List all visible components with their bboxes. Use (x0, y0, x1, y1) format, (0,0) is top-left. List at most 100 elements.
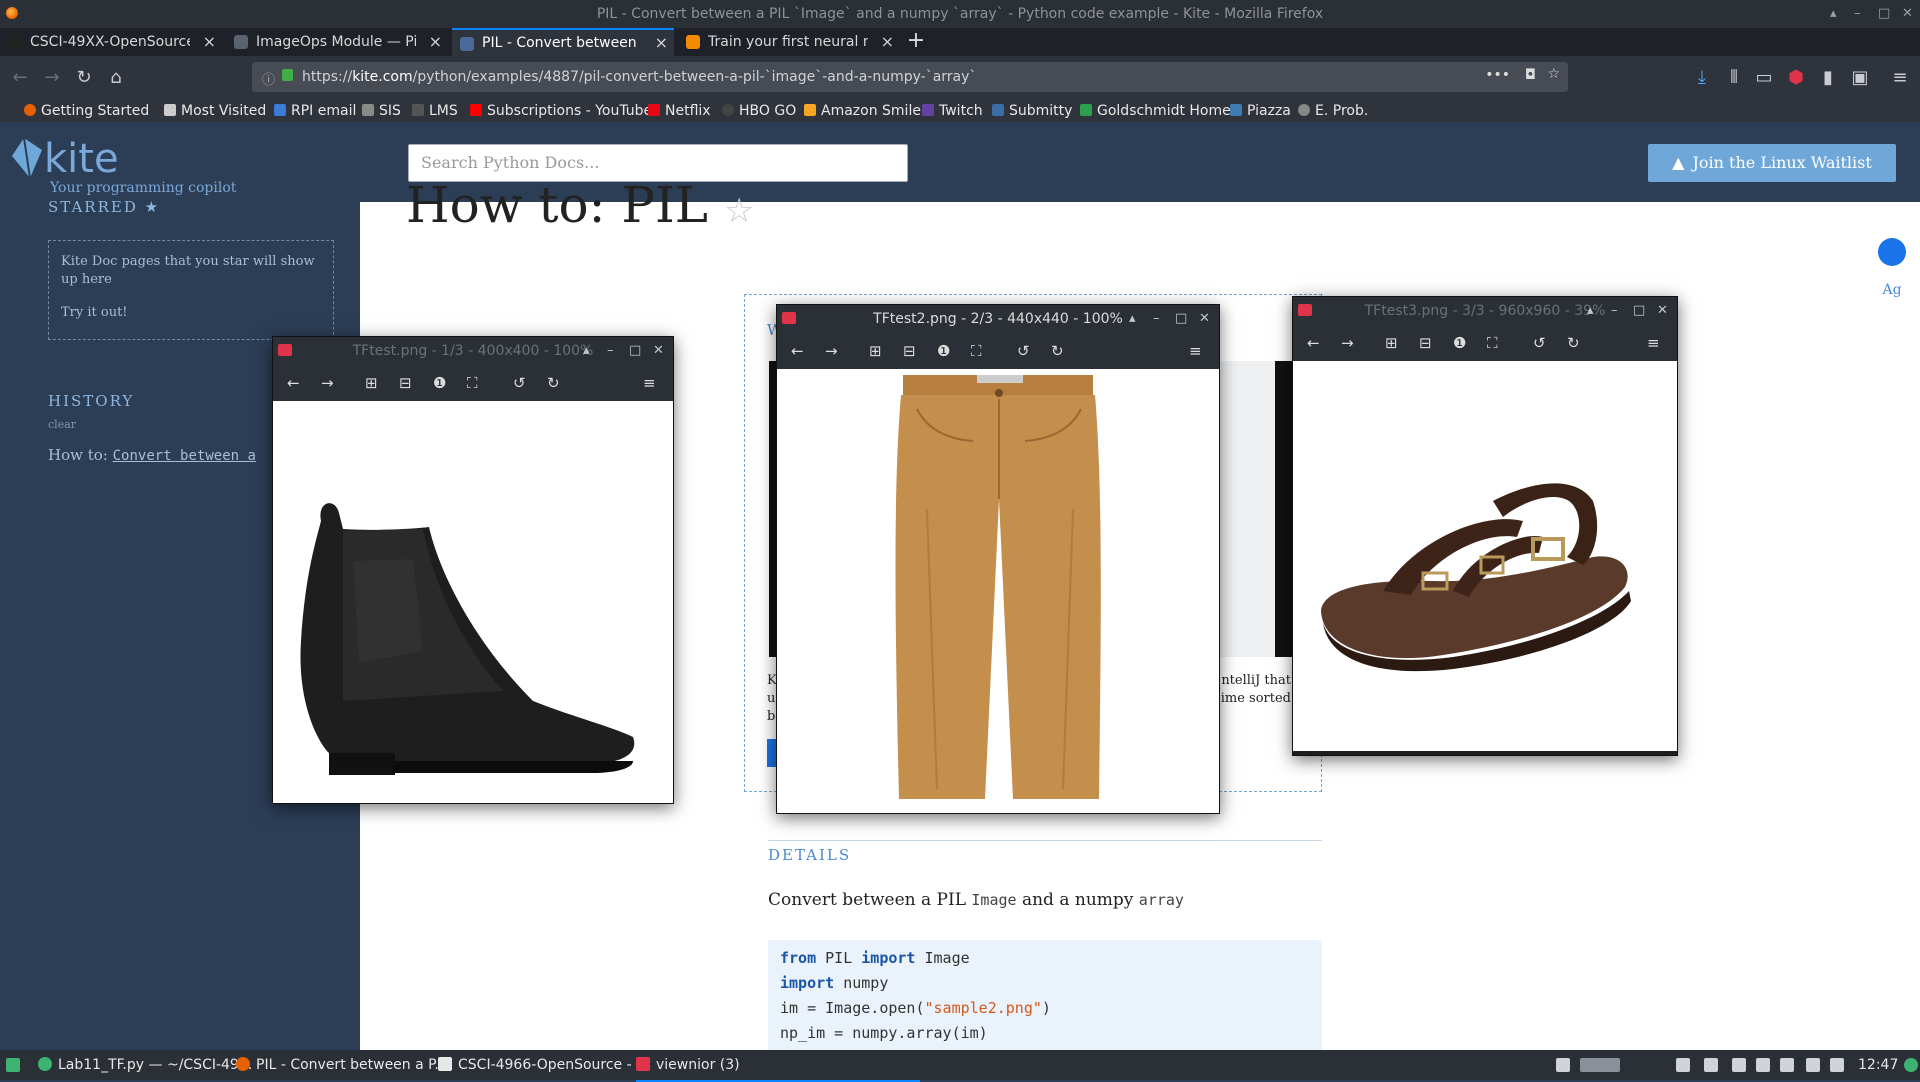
close-tab-icon[interactable]: × (881, 28, 894, 56)
next-icon[interactable]: → (1341, 333, 1354, 353)
downloads-icon[interactable]: ⤓ (1690, 66, 1714, 90)
library-icon[interactable]: ⫴ (1722, 66, 1746, 90)
previous-icon[interactable]: ← (791, 341, 804, 361)
shade-icon[interactable]: ▴ (1587, 297, 1594, 325)
bookmark-lms[interactable]: LMS (412, 100, 458, 122)
viewer-window-tftest[interactable]: TFtest.png - 1/3 - 400x400 - 100% ▴ – □ … (272, 336, 674, 804)
maximize-icon[interactable]: □ (1175, 305, 1187, 333)
workspace-icon[interactable] (1556, 1058, 1570, 1072)
close-tab-icon[interactable]: × (429, 28, 442, 56)
tab-kite-pil[interactable]: PIL - Convert between a P × (452, 28, 674, 56)
reload-icon[interactable]: ↻ (72, 66, 96, 90)
taskbar-item-editor[interactable]: Lab11_TF.py — ~/CSCI-49... (38, 1050, 252, 1080)
rotate-right-icon[interactable]: ↻ (1051, 341, 1064, 361)
pager-icon[interactable] (1580, 1058, 1620, 1072)
tab-github[interactable]: CSCI-49XX-OpenSource/La × (0, 28, 222, 56)
extension-icon[interactable]: ▮ (1816, 66, 1840, 90)
viewer-window-tftest3[interactable]: TFtest3.png - 3/3 - 960x960 - 39% ▴ – □ … (1292, 296, 1678, 756)
bookmark-sis[interactable]: SIS (362, 100, 401, 122)
clipboard-icon[interactable] (1756, 1058, 1770, 1072)
zoom-in-icon[interactable]: ⊞ (869, 341, 882, 361)
viewer-titlebar[interactable]: TFtest2.png - 2/3 - 440x440 - 100% ▴ – □… (777, 305, 1219, 333)
new-tab-button[interactable]: + (904, 28, 928, 56)
taskbar-item-viewnior[interactable]: viewnior (3) (636, 1050, 920, 1082)
adblock-icon[interactable]: ⬢ (1784, 66, 1808, 90)
zoom-normal-icon[interactable]: ❶ (1453, 333, 1466, 353)
taskbar-item-files[interactable]: CSCI-4966-OpenSource - ... (438, 1050, 649, 1080)
close-tab-icon[interactable]: × (655, 30, 668, 56)
bookmark-amazon-smile[interactable]: Amazon Smile (804, 100, 921, 122)
menu-icon[interactable]: ≡ (1888, 66, 1912, 90)
rotate-left-icon[interactable]: ↺ (1533, 333, 1546, 353)
rotate-left-icon[interactable]: ↺ (1017, 341, 1030, 361)
zoom-fit-icon[interactable]: ⛶ (1487, 333, 1498, 353)
zoom-out-icon[interactable]: ⊟ (1419, 333, 1432, 353)
bookmark-piazza[interactable]: Piazza (1230, 100, 1291, 122)
volume-icon[interactable] (1830, 1058, 1844, 1072)
next-icon[interactable]: → (825, 341, 838, 361)
zoom-normal-icon[interactable]: ❶ (937, 341, 950, 361)
close-icon[interactable]: ✕ (653, 337, 664, 365)
bookmark-e-prob[interactable]: E. Prob. (1298, 100, 1368, 122)
zoom-in-icon[interactable]: ⊞ (1385, 333, 1398, 353)
rotate-right-icon[interactable]: ↻ (1567, 333, 1580, 353)
pocket-icon[interactable]: ◘ (1525, 67, 1536, 83)
shade-icon[interactable]: ▴ (583, 337, 590, 365)
extension2-icon[interactable]: ▣ (1848, 66, 1872, 90)
start-menu-icon[interactable] (6, 1058, 20, 1072)
viewer-window-tftest2[interactable]: TFtest2.png - 2/3 - 440x440 - 100% ▴ – □… (776, 304, 1220, 814)
minimize-icon[interactable]: – (1611, 297, 1618, 325)
maximize-icon[interactable]: □ (629, 337, 641, 365)
bluetooth-icon[interactable] (1732, 1058, 1746, 1072)
terminal-icon[interactable] (1704, 1058, 1718, 1072)
close-icon[interactable]: ✕ (1657, 297, 1668, 325)
dropbox-icon[interactable] (1676, 1058, 1690, 1072)
grammar-badge[interactable]: Ag (1878, 282, 1906, 304)
zoom-fit-icon[interactable]: ⛶ (971, 341, 982, 361)
bookmark-most-visited[interactable]: Most Visited (164, 100, 266, 122)
edit-pen-icon[interactable] (1878, 238, 1906, 266)
rotate-right-icon[interactable]: ↻ (547, 373, 560, 393)
menu-icon[interactable]: ≡ (1647, 333, 1660, 353)
info-icon[interactable]: ⓘ (262, 69, 275, 88)
update-icon[interactable] (1904, 1058, 1918, 1072)
menu-icon[interactable]: ≡ (643, 373, 656, 393)
zoom-in-icon[interactable]: ⊞ (365, 373, 378, 393)
lock-icon[interactable] (282, 69, 293, 81)
wifi-icon[interactable] (1780, 1058, 1794, 1072)
previous-icon[interactable]: ← (287, 373, 300, 393)
url-text[interactable]: https://kite.com/python/examples/4887/pi… (302, 62, 976, 92)
minimize-icon[interactable]: – (607, 337, 614, 365)
next-icon[interactable]: → (321, 373, 334, 393)
try-it-out-link[interactable]: Try it out! (61, 305, 321, 320)
zoom-normal-icon[interactable]: ❶ (433, 373, 446, 393)
close-tab-icon[interactable]: × (203, 28, 216, 56)
bookmark-netflix[interactable]: Netflix (648, 100, 711, 122)
taskbar-item-firefox[interactable]: PIL - Convert between a P... (236, 1050, 448, 1080)
close-window-button[interactable]: ✕ (1902, 0, 1913, 28)
join-linux-waitlist-button[interactable]: ▲ Join the Linux Waitlist (1648, 144, 1896, 182)
maximize-icon[interactable]: □ (1633, 297, 1645, 325)
bookmark-getting-started[interactable]: Getting Started (24, 100, 149, 122)
menu-icon[interactable]: ≡ (1189, 341, 1202, 361)
page-actions-icon[interactable]: ••• (1485, 67, 1510, 83)
tab-imageops[interactable]: ImageOps Module — Pillov × (226, 28, 448, 56)
bookmark-youtube[interactable]: Subscriptions - YouTube (470, 100, 652, 122)
bookmark-hbo-go[interactable]: HBO GO (722, 100, 796, 122)
bookmark-twitch[interactable]: Twitch (922, 100, 983, 122)
viewer-titlebar[interactable]: TFtest3.png - 3/3 - 960x960 - 39% ▴ – □ … (1293, 297, 1677, 325)
bookmark-star-icon[interactable]: ☆ (1547, 66, 1560, 82)
maximize-button[interactable]: □ (1878, 0, 1890, 28)
back-icon[interactable]: ← (8, 66, 32, 90)
rotate-left-icon[interactable]: ↺ (513, 373, 526, 393)
history-item-link[interactable]: Convert between a (113, 448, 256, 464)
bookmark-submitty[interactable]: Submitty (992, 100, 1072, 122)
star-outline-icon[interactable]: ☆ (724, 191, 754, 231)
minimize-button[interactable]: – (1854, 0, 1861, 28)
bookmark-goldschmidt[interactable]: Goldschmidt Home (1080, 100, 1231, 122)
kite-logo[interactable]: kite (10, 136, 119, 182)
zoom-out-icon[interactable]: ⊟ (399, 373, 412, 393)
zoom-fit-icon[interactable]: ⛶ (467, 373, 478, 393)
history-clear-link[interactable]: clear (48, 418, 76, 431)
shade-icon[interactable]: ▴ (1129, 305, 1136, 333)
